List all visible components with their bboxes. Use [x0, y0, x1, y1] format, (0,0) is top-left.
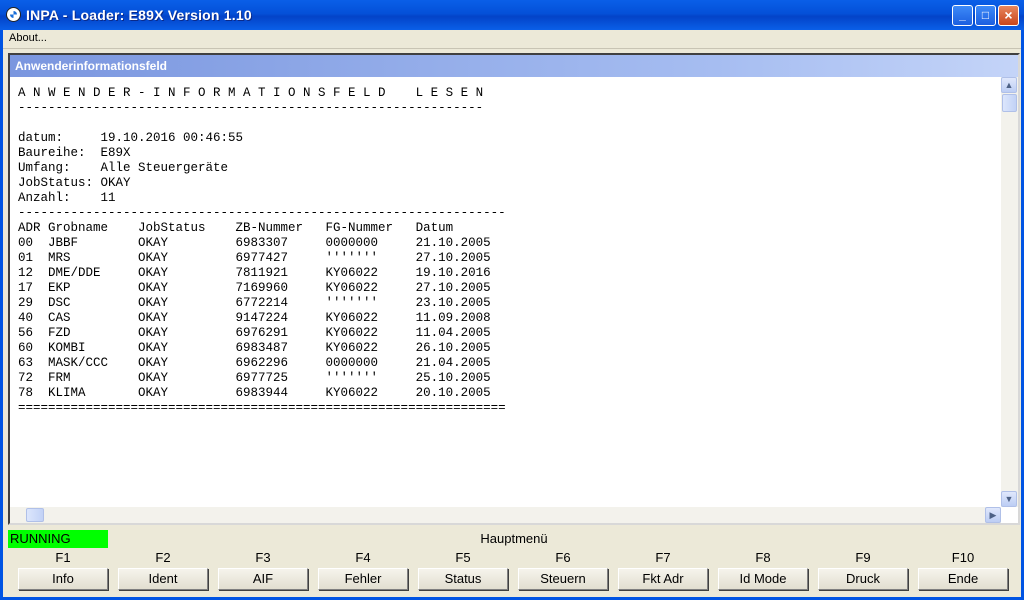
vertical-scroll-thumb[interactable] [1002, 94, 1017, 112]
fkey-label: F7 [655, 550, 671, 565]
running-status: RUNNING [8, 530, 108, 548]
aif-button[interactable]: AIF [218, 568, 308, 590]
druck-button[interactable]: Druck [818, 568, 908, 590]
fkey-label: F6 [555, 550, 571, 565]
fkey-f4: F4 Fehler [318, 550, 408, 590]
fkey-f8: F8 Id Mode [718, 550, 808, 590]
fkey-label: F10 [951, 550, 975, 565]
fkey-f10: F10 Ende [918, 550, 1008, 590]
horizontal-scroll-thumb[interactable] [26, 508, 44, 522]
app-window: INPA - Loader: E89X Version 1.10 _ □ × A… [0, 0, 1024, 600]
ident-button[interactable]: Ident [118, 568, 208, 590]
fkt-adr-button[interactable]: Fkt Adr [618, 568, 708, 590]
fkey-f5: F5 Status [418, 550, 508, 590]
output-text-area[interactable]: A N W E N D E R - I N F O R M A T I O N … [10, 77, 1000, 507]
scroll-down-icon[interactable]: ▼ [1001, 491, 1017, 507]
fkey-f3: F3 AIF [218, 550, 308, 590]
output-text: A N W E N D E R - I N F O R M A T I O N … [18, 86, 506, 415]
fkey-label: F2 [155, 550, 171, 565]
maximize-button[interactable]: □ [975, 5, 996, 26]
fkey-f6: F6 Steuern [518, 550, 608, 590]
fkey-f9: F9 Druck [818, 550, 908, 590]
fkey-f2: F2 Ident [118, 550, 208, 590]
fkey-label: F3 [255, 550, 271, 565]
panel-title: Anwenderinformationsfeld [10, 55, 1018, 77]
window-title: INPA - Loader: E89X Version 1.10 [26, 7, 252, 23]
ende-button[interactable]: Ende [918, 568, 1008, 590]
fkey-label: F1 [55, 550, 71, 565]
menu-title: Hauptmenü [480, 531, 548, 546]
horizontal-scrollbar[interactable]: ▶ [10, 507, 1001, 523]
function-key-bar: F1 Info F2 Ident F3 AIF F4 Fehler F5 Sta… [18, 550, 1018, 590]
fehler-button[interactable]: Fehler [318, 568, 408, 590]
fkey-f1: F1 Info [18, 550, 108, 590]
bmw-logo-icon[interactable] [6, 7, 21, 22]
fkey-label: F5 [455, 550, 471, 565]
menu-bar: About... [3, 30, 1021, 49]
id-mode-button[interactable]: Id Mode [718, 568, 808, 590]
menu-about[interactable]: About... [9, 32, 47, 44]
fkey-label: F8 [755, 550, 771, 565]
info-button[interactable]: Info [18, 568, 108, 590]
info-panel: Anwenderinformationsfeld A N W E N D E R… [8, 53, 1020, 525]
title-bar[interactable]: INPA - Loader: E89X Version 1.10 _ □ × [0, 0, 1024, 30]
steuern-button[interactable]: Steuern [518, 568, 608, 590]
minimize-button[interactable]: _ [952, 5, 973, 26]
fkey-f7: F7 Fkt Adr [618, 550, 708, 590]
status-button[interactable]: Status [418, 568, 508, 590]
close-button[interactable]: × [998, 5, 1019, 26]
fkey-label: F9 [855, 550, 871, 565]
scroll-right-icon[interactable]: ▶ [985, 507, 1001, 523]
fkey-label: F4 [355, 550, 371, 565]
vertical-scrollbar[interactable]: ▲ ▼ [1001, 77, 1018, 507]
status-bar: Hauptmenü RUNNING [8, 528, 1020, 549]
scroll-up-icon[interactable]: ▲ [1001, 77, 1017, 93]
